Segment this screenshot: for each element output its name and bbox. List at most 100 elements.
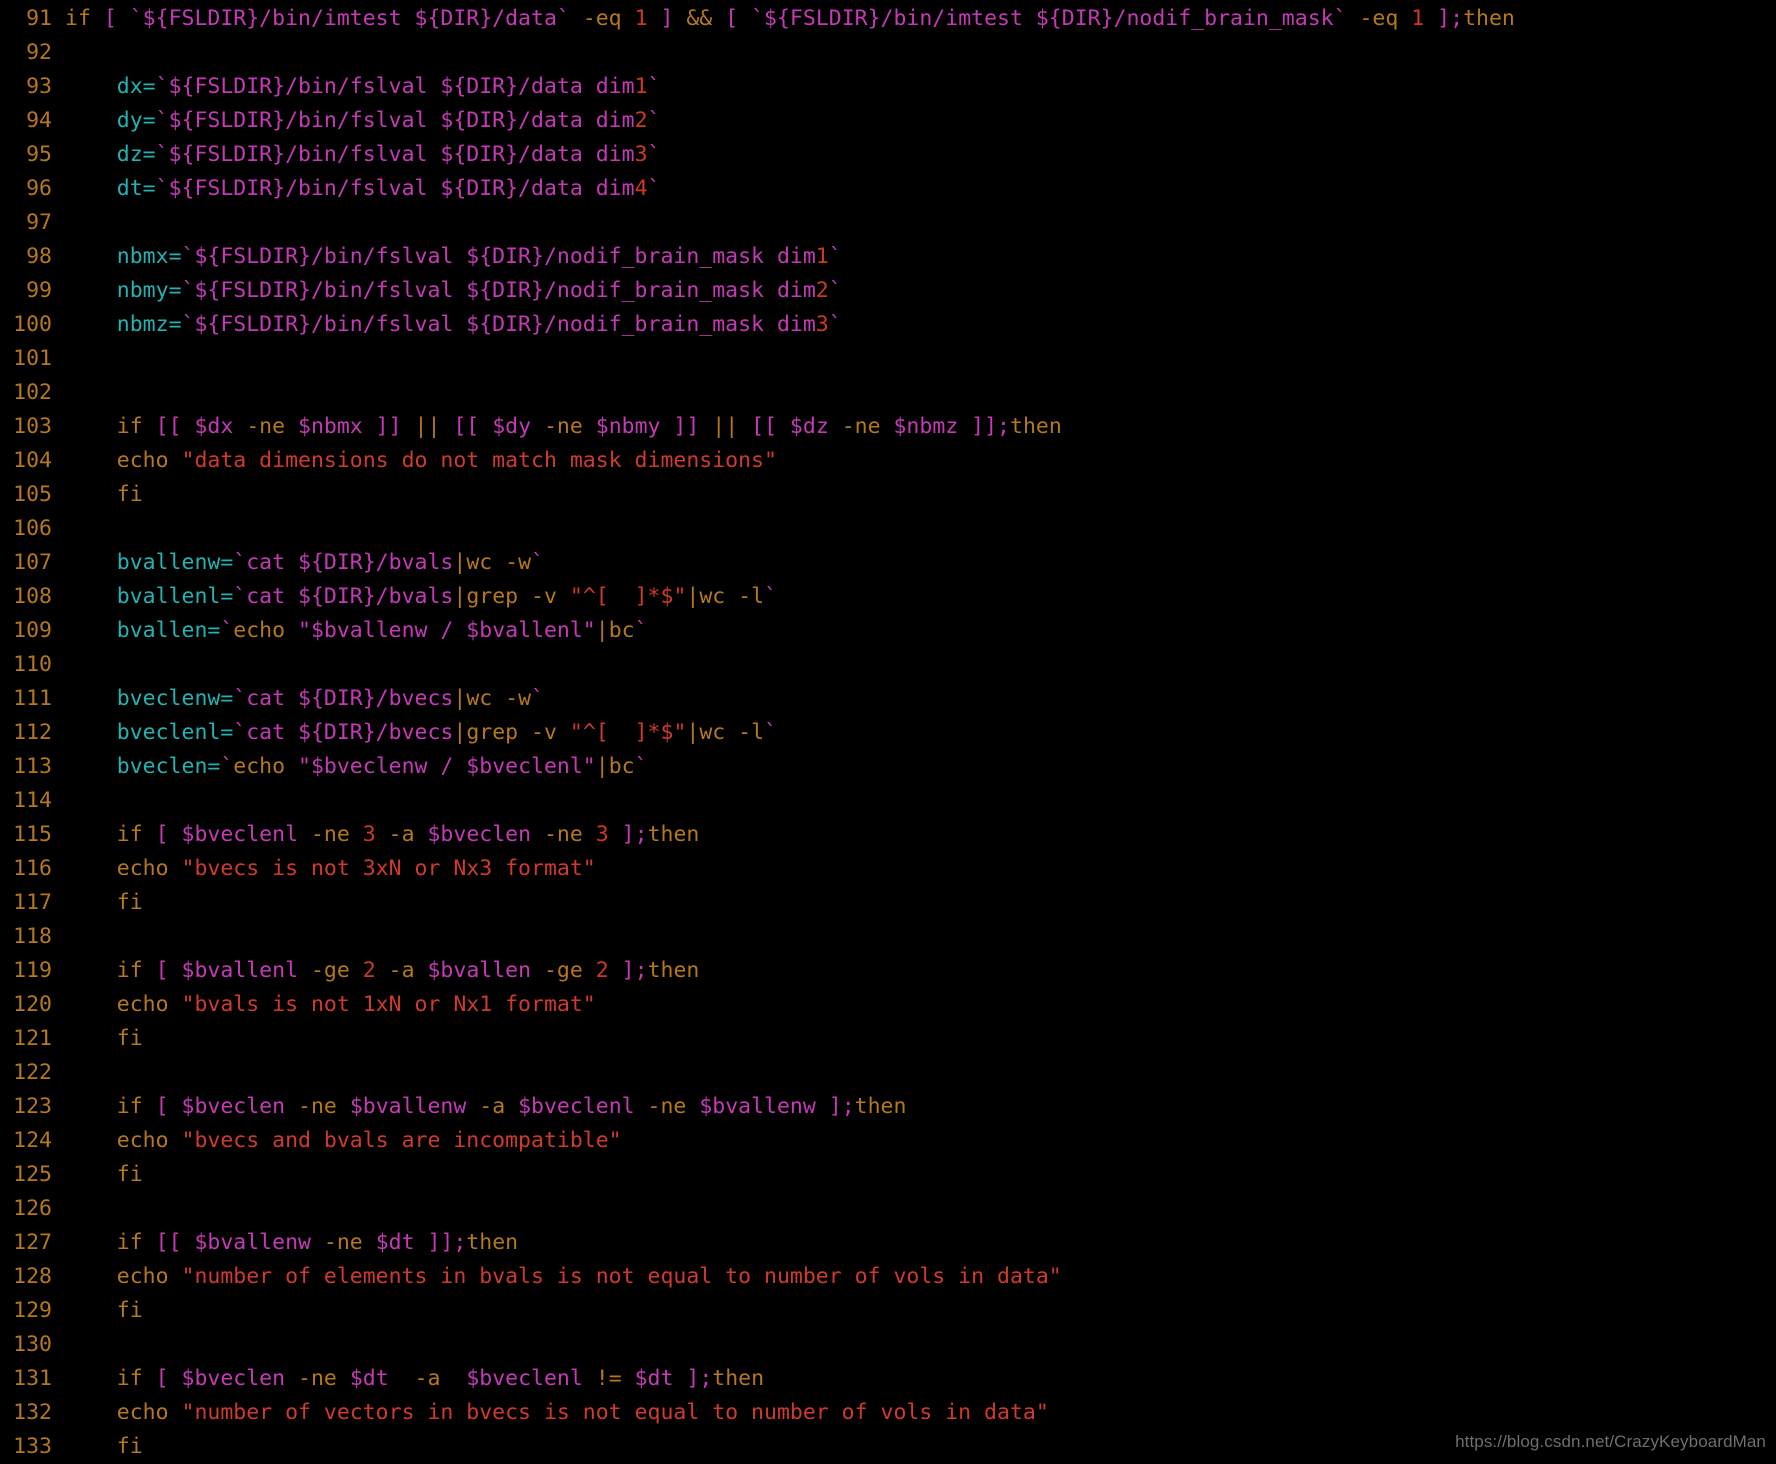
code-line[interactable]: 129 fi [0,1294,1776,1328]
code-line-content: echo "number of vectors in bvecs is not … [52,1396,1776,1430]
code-token-path: [[ $dy [453,414,544,439]
code-line[interactable]: 131 if [ $bveclen -ne $dt -a $bveclenl !… [0,1362,1776,1396]
code-line[interactable]: 117 fi [0,886,1776,920]
code-line[interactable]: 101 [0,342,1776,376]
code-token-kw: | [595,754,609,779]
code-line[interactable]: 94 dy=`${FSLDIR}/bin/fslval ${DIR}/data … [0,104,1776,138]
code-token-kw: fi [116,1026,143,1051]
code-token-kw: if [116,1366,156,1391]
code-token-var: dy [116,108,143,133]
code-line[interactable]: 92 [0,36,1776,70]
code-token-kw: then [1010,414,1062,439]
line-number: 102 [13,380,52,405]
code-token-var: nbmy [116,278,169,303]
code-line[interactable]: 130 [0,1328,1776,1362]
code-line[interactable]: 98 nbmx=`${FSLDIR}/bin/fslval ${DIR}/nod… [0,240,1776,274]
code-line[interactable]: 115 if [ $bveclenl -ne 3 -a $bveclen -ne… [0,818,1776,852]
code-line[interactable]: 104 echo "data dimensions do not match m… [0,444,1776,478]
code-line[interactable]: 128 echo "number of elements in bvals is… [0,1260,1776,1294]
code-token-kw: | [595,618,609,643]
code-line[interactable]: 123 if [ $bveclen -ne $bvallenw -a $bvec… [0,1090,1776,1124]
code-line-content: echo "bvecs and bvals are incompatible" [52,1124,1776,1158]
watermark-text: https://blog.csdn.net/CrazyKeyboardMan [1455,1432,1766,1451]
code-line-content: if [ $bveclenl -ne 3 -a $bveclen -ne 3 ]… [52,818,1776,852]
code-token-num: 1 [634,74,648,99]
code-line[interactable]: 108 bvallenl=`cat ${DIR}/bvals|grep -v "… [0,580,1776,614]
code-token-kw: || [401,414,454,439]
code-token-path: [ [155,1366,182,1391]
code-line[interactable]: 127 if [[ $bvallenw -ne $dt ]];then [0,1226,1776,1260]
line-number: 98 [26,244,52,269]
code-line[interactable]: 112 bveclenl=`cat ${DIR}/bvecs|grep -v "… [0,716,1776,750]
code-line[interactable]: 122 [0,1056,1776,1090]
code-line-list: 91 if [ `${FSLDIR}/bin/imtest ${DIR}/data… [0,2,1776,1464]
code-line[interactable]: 126 [0,1192,1776,1226]
code-line[interactable]: 124 echo "bvecs and bvals are incompatib… [0,1124,1776,1158]
code-token-path: $nbmz ]] [880,414,998,439]
code-line[interactable]: 119 if [ $bvallenl -ge 2 -a $bvallen -ge… [0,954,1776,988]
code-line[interactable]: 97 [0,206,1776,240]
code-token-kw: then [647,822,700,847]
code-token-path: $bveclenl [518,1094,635,1119]
code-token-kw: -ne [323,1230,363,1255]
code-line[interactable]: 111 bveclenw=`cat ${DIR}/bvecs|wc -w` [0,682,1776,716]
line-number: 91 [26,6,52,31]
code-token-path: $dt ]] [362,1230,454,1255]
line-number: 93 [26,74,52,99]
code-token-path: `cat ${DIR}/bvecs [233,686,454,711]
code-line[interactable]: 91 if [ `${FSLDIR}/bin/imtest ${DIR}/data… [0,2,1776,36]
code-token-path: $dt [621,1366,674,1391]
line-number: 97 [26,210,52,235]
code-token-path: ` [531,550,544,575]
code-line[interactable]: 110 [0,648,1776,682]
line-number: 94 [26,108,52,133]
code-token-num: 1 [1411,6,1425,31]
line-number: 127 [13,1230,52,1255]
code-token-var: = [142,108,156,133]
code-line[interactable]: 109 bvallen=`echo "$bvallenw / $bvallenl… [0,614,1776,648]
code-line[interactable]: 121 fi [0,1022,1776,1056]
code-line[interactable]: 106 [0,512,1776,546]
code-line[interactable]: 95 dz=`${FSLDIR}/bin/fslval ${DIR}/data … [0,138,1776,172]
code-line[interactable]: 100 nbmz=`${FSLDIR}/bin/fslval ${DIR}/no… [0,308,1776,342]
code-line[interactable]: 105 fi [0,478,1776,512]
code-token-var: nbmz [116,312,169,337]
code-token-str: "bvals is not 1xN or Nx1 format" [181,992,596,1017]
code-token-kw: | [686,720,700,745]
code-token-kw: -ne [285,1366,350,1391]
code-line[interactable]: 120 echo "bvals is not 1xN or Nx1 format… [0,988,1776,1022]
code-line-content: bveclenl=`cat ${DIR}/bvecs|grep -v "^[ ]… [52,716,1776,750]
code-line[interactable]: 107 bvallenw=`cat ${DIR}/bvals|wc -w` [0,546,1776,580]
code-token-kw: -ne [298,822,363,847]
code-line[interactable]: 118 [0,920,1776,954]
line-number: 111 [13,686,52,711]
code-line[interactable]: 93 dx=`${FSLDIR}/bin/fslval ${DIR}/data … [0,70,1776,104]
code-line-content: if [ $bvallenl -ge 2 -a $bvallen -ge 2 ]… [52,954,1776,988]
code-token-path: ; [997,414,1010,439]
line-number: 101 [13,346,52,371]
code-line[interactable]: 132 echo "number of vectors in bvecs is … [0,1396,1776,1430]
code-line[interactable]: 125 fi [0,1158,1776,1192]
line-number: 130 [13,1332,52,1357]
code-token-path: ` [647,74,661,99]
code-token-kw: -ne [841,414,881,439]
code-token-kw: fi [116,1298,143,1323]
line-number: 100 [13,312,52,337]
code-viewer[interactable]: 91 if [ `${FSLDIR}/bin/imtest ${DIR}/data… [0,0,1776,1459]
code-line[interactable]: 116 echo "bvecs is not 3xN or Nx3 format… [0,852,1776,886]
code-line[interactable]: 113 bveclen=`echo "$bveclenw / $bveclenl… [0,750,1776,784]
line-number: 124 [13,1128,52,1153]
code-line-content: if [ $bveclen -ne $bvallenw -a $bveclenl… [52,1090,1776,1124]
code-line[interactable]: 102 [0,376,1776,410]
code-line[interactable]: 99 nbmy=`${FSLDIR}/bin/fslval ${DIR}/nod… [0,274,1776,308]
code-token-path: ` [220,754,234,779]
code-token-kw: then [854,1094,907,1119]
code-line[interactable]: 103 if [[ $dx -ne $nbmx ]] || [[ $dy -ne… [0,410,1776,444]
code-line[interactable]: 114 [0,784,1776,818]
code-line[interactable]: 96 dt=`${FSLDIR}/bin/fslval ${DIR}/data … [0,172,1776,206]
